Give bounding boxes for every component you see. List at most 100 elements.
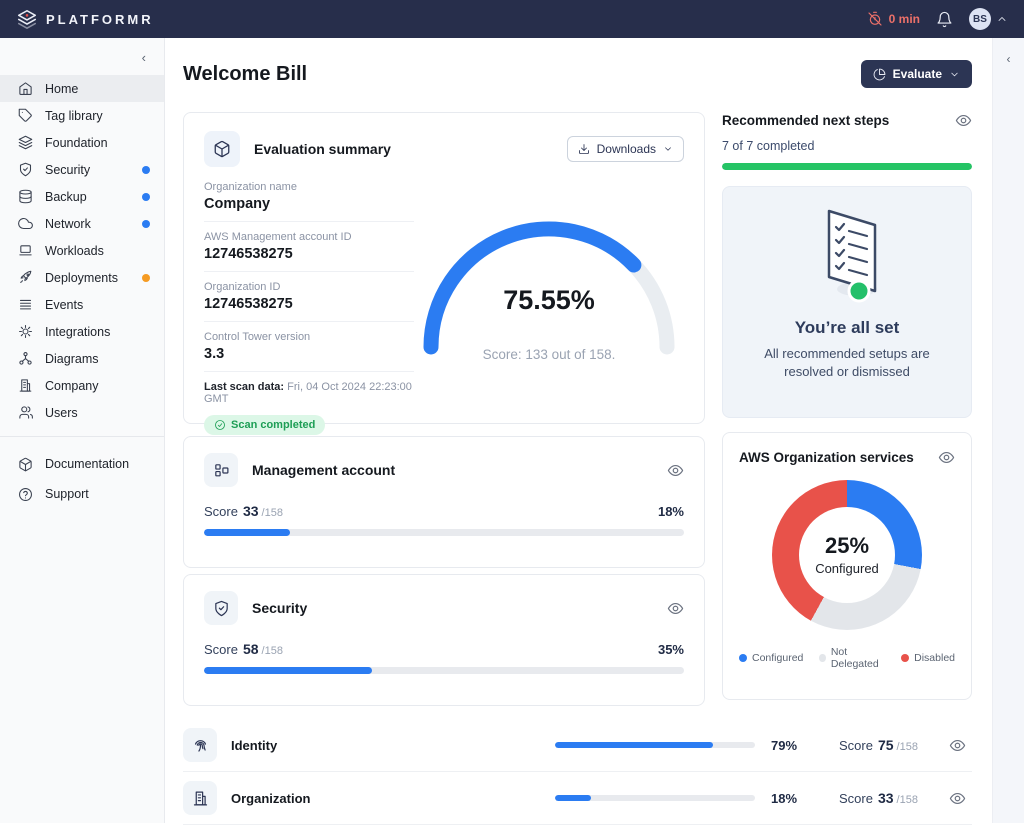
page-title: Welcome Bill (183, 63, 307, 86)
score-gauge: 75.55% Score: 133 out of 158. (414, 207, 684, 375)
sidebar-item-tag-library[interactable]: Tag library (0, 102, 164, 129)
sidebar-item-label: Foundation (45, 136, 108, 150)
shield-check-icon (213, 600, 230, 617)
gauge-arc (414, 207, 684, 357)
sidebar-item-security[interactable]: Security (0, 156, 164, 183)
evaluation-summary-card: Evaluation summary Downloads Organizatio… (183, 112, 705, 424)
avatar[interactable]: BS (969, 8, 991, 30)
eye-icon (955, 112, 972, 129)
gear-icon (18, 324, 33, 339)
sidebar-item-backup[interactable]: Backup (0, 183, 164, 210)
sidebar-item-integrations[interactable]: Integrations (0, 318, 164, 345)
view-details-button[interactable] (949, 737, 966, 754)
sidebar-item-label: Company (45, 379, 99, 393)
next-steps-progress-bar (722, 163, 972, 170)
eye-icon (938, 449, 955, 466)
laptop-icon (18, 243, 33, 258)
sidebar-item-label: Security (45, 163, 90, 177)
category-rows: Identity 79% Score 75 /158 Organization … (183, 719, 972, 825)
sidebar-item-events[interactable]: Events (0, 291, 164, 318)
score-total: /158 (897, 741, 918, 753)
view-details-button[interactable] (938, 449, 955, 466)
sidebar-item-label: Documentation (45, 457, 129, 471)
building-icon (18, 378, 33, 393)
sidebar-item-company[interactable]: Company (0, 372, 164, 399)
score-label: Score (204, 642, 238, 657)
account-menu[interactable]: BS (969, 8, 1008, 30)
sidebar-item-label: Users (45, 406, 78, 420)
score-label: Score (204, 504, 238, 519)
category-progress-bar (555, 742, 755, 749)
sidebar-item-label: Backup (45, 190, 87, 204)
legend-item-configured: Configured (739, 646, 803, 670)
legend-item-not-delegated: Not Delegated (819, 646, 885, 670)
donut-center-label: Configured (815, 561, 879, 576)
main-content: Welcome Bill Evaluate Evaluation summary… (165, 38, 992, 825)
sidebar-item-label: Workloads (45, 244, 104, 258)
score-label: Score (839, 791, 873, 806)
sidebar-item-support[interactable]: Support (0, 479, 164, 509)
rocket-icon (18, 270, 33, 285)
view-details-button[interactable] (667, 462, 684, 479)
shield-check-icon (18, 162, 33, 177)
sidebar-item-label: Integrations (45, 325, 110, 339)
sidebar-item-label: Home (45, 82, 78, 96)
all-set-panel: You’re all set All recommended setups ar… (722, 186, 972, 418)
security-icon-box (204, 591, 238, 625)
score-value: 33 (243, 503, 259, 519)
sidebar-item-diagrams[interactable]: Diagrams (0, 345, 164, 372)
score-total: /158 (262, 645, 283, 657)
sidebar-item-label: Diagrams (45, 352, 99, 366)
last-scan-text: Last scan data: Fri, 04 Oct 2024 22:23:0… (204, 381, 414, 405)
sidebar-item-deployments[interactable]: Deployments (0, 264, 164, 291)
view-details-button[interactable] (949, 790, 966, 807)
rows-icon (18, 297, 33, 312)
category-title: Organization (231, 791, 310, 806)
sidebar-item-home[interactable]: Home (0, 75, 164, 102)
timer-indicator[interactable]: 0 min (867, 11, 920, 27)
org-chart-icon (18, 351, 33, 366)
notification-dot (142, 166, 150, 174)
right-panel-strip: ‹ (992, 38, 1024, 823)
eye-icon (667, 462, 684, 479)
legend-item-disabled: Disabled (901, 646, 955, 670)
chevron-down-icon (663, 144, 673, 154)
sidebar-item-network[interactable]: Network (0, 210, 164, 237)
field-value: Company (204, 196, 414, 212)
sidebar-collapse-toggle[interactable]: ‹ (0, 46, 164, 75)
cloud-icon (18, 216, 33, 231)
view-details-button[interactable] (667, 600, 684, 617)
org-services-card: AWS Organization services 25% Configured (722, 432, 972, 700)
cube-icon (213, 140, 231, 158)
brand[interactable]: PLATFORMR (16, 8, 154, 30)
progress-bar (204, 667, 684, 674)
percent-label: 35% (658, 642, 684, 657)
downloads-button[interactable]: Downloads (567, 136, 684, 162)
sidebar-item-documentation[interactable]: Documentation (0, 449, 164, 479)
category-row-organization[interactable]: Organization 18% Score 33 /158 (183, 772, 972, 825)
sidebar-item-workloads[interactable]: Workloads (0, 237, 164, 264)
panel-title: Recommended next steps (722, 113, 889, 128)
sidebar-item-foundation[interactable]: Foundation (0, 129, 164, 156)
bell-icon[interactable] (936, 11, 953, 28)
next-steps-panel: Recommended next steps 7 of 7 completed (722, 112, 972, 418)
right-panel-collapse-toggle[interactable]: ‹ (1007, 52, 1011, 66)
sidebar-item-users[interactable]: Users (0, 399, 164, 426)
percent-label: 18% (658, 504, 684, 519)
notification-dot (142, 193, 150, 201)
layers-icon (18, 135, 33, 150)
downloads-button-label: Downloads (597, 142, 656, 156)
field-label: Organization ID (204, 281, 414, 293)
progress-bar (204, 529, 684, 536)
card-title: Management account (252, 462, 395, 478)
checklist-illustration (801, 205, 893, 305)
help-circle-icon (18, 487, 33, 502)
evaluate-button[interactable]: Evaluate (861, 60, 972, 88)
field-label: Organization name (204, 181, 414, 193)
score-total: /158 (897, 794, 918, 806)
donut-center: 25% Configured (799, 507, 895, 603)
score-value: 75 (878, 737, 894, 753)
category-row-identity[interactable]: Identity 79% Score 75 /158 (183, 719, 972, 772)
field-label: Control Tower version (204, 331, 414, 343)
view-details-button[interactable] (955, 112, 972, 129)
